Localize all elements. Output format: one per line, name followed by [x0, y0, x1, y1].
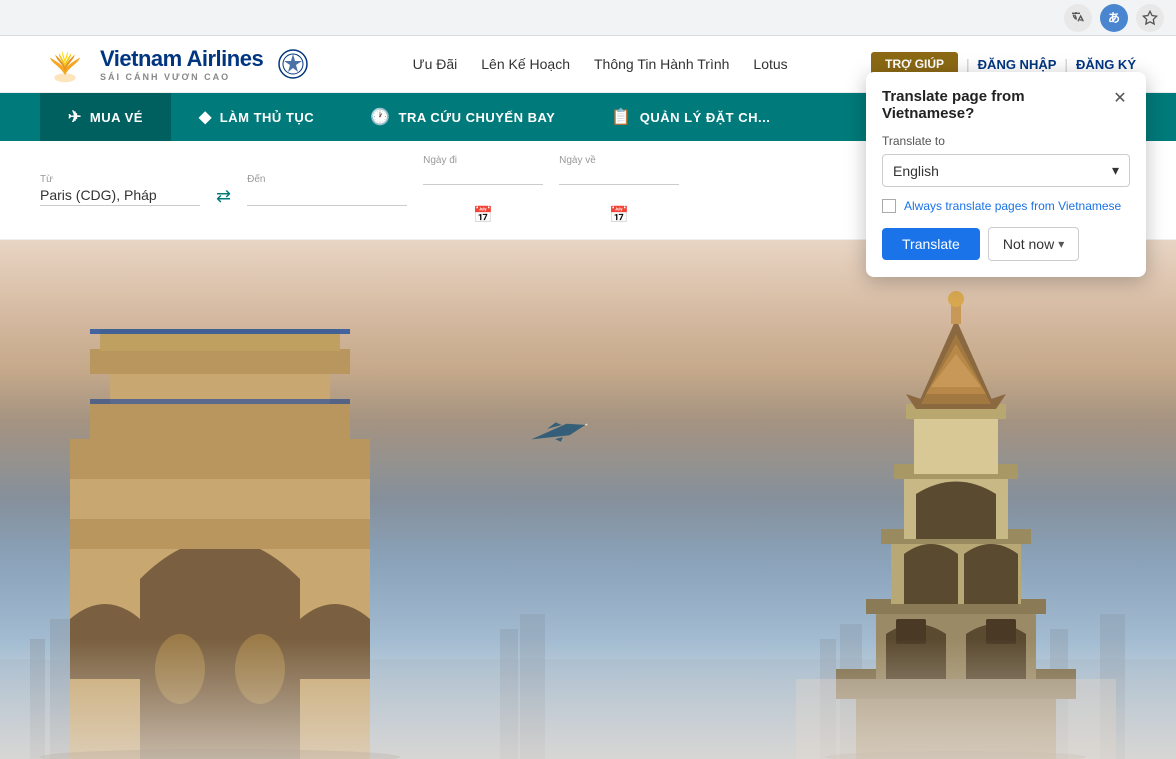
chevron-down-icon: ▾ — [1112, 162, 1119, 179]
always-translate-checkbox[interactable] — [882, 199, 896, 213]
from-input[interactable] — [40, 187, 200, 206]
translate-browser-icon[interactable] — [1064, 4, 1092, 32]
checkin-icon: ◆ — [199, 107, 212, 127]
dang-ky-button[interactable]: ĐĂNG KÝ — [1076, 57, 1136, 72]
depart-label: Ngày đi — [423, 155, 543, 166]
calendar-icon[interactable]: 📅 — [473, 205, 493, 225]
nav-link-uu-dai[interactable]: Ưu Đãi — [413, 56, 458, 72]
star-browser-icon[interactable] — [1136, 4, 1164, 32]
tab-mua-ve-label: MUA VÉ — [90, 110, 143, 125]
language-select[interactable]: English ▾ — [882, 154, 1130, 187]
calendar-return-icon[interactable]: 📅 — [609, 205, 629, 225]
from-label: Từ — [40, 174, 200, 185]
from-field: Từ — [40, 174, 200, 206]
tab-lam-thu-tuc[interactable]: ◆ LÀM THỦ TỤC — [171, 93, 342, 141]
tab-mua-ve[interactable]: ✈ MUA VÉ — [40, 93, 171, 141]
browser-chrome: あ — [0, 0, 1176, 36]
hero-background — [0, 240, 1176, 759]
always-translate-text: Always translate pages from Vietnamese — [904, 199, 1121, 213]
to-label: Đến — [247, 174, 407, 185]
plane-icon: ✈ — [68, 107, 82, 127]
close-button[interactable]: ✕ — [1110, 88, 1130, 108]
translate-button[interactable]: Translate — [882, 228, 980, 260]
nav-link-thong-tin[interactable]: Thông Tin Hành Trình — [594, 56, 729, 72]
tab-lam-thu-tuc-label: LÀM THỦ TỤC — [220, 110, 314, 125]
always-translate-row: Always translate pages from Vietnamese — [882, 199, 1130, 213]
not-now-arrow-icon: ▾ — [1058, 237, 1064, 251]
dang-nhap-button[interactable]: ĐĂNG NHẬP — [978, 57, 1057, 72]
always-translate-prefix: Always translate pages from — [904, 199, 1055, 213]
lotus-logo-icon — [40, 44, 90, 84]
translate-to-label: Translate to — [882, 134, 1130, 148]
return-date-field: Ngày về 📅 — [559, 155, 679, 225]
logo-main-text: Vietnam Airlines — [100, 46, 263, 72]
to-field: Đến — [247, 174, 407, 206]
website: Vietnam Airlines SÁI CÁNH VƯƠN CAO Ưu Đã… — [0, 36, 1176, 651]
translate-popup-title: Translate page from Vietnamese? — [882, 88, 1110, 122]
not-now-button[interactable]: Not now ▾ — [988, 227, 1079, 261]
nav-link-lotus[interactable]: Lotus — [753, 56, 787, 72]
depart-date-field: Ngày đi 📅 — [423, 155, 543, 225]
depart-input[interactable] — [423, 166, 543, 185]
translate-popup: Translate page from Vietnamese? ✕ Transl… — [866, 72, 1146, 277]
logo-area: Vietnam Airlines SÁI CÁNH VƯƠN CAO — [40, 44, 309, 84]
return-label: Ngày về — [559, 155, 679, 166]
tab-quan-ly-label: QUẢN LÝ ĐẶT CH... — [640, 110, 771, 125]
nav-link-len-ke-hoach[interactable]: Lên Kế Hoạch — [481, 56, 570, 72]
translate-buttons: Translate Not now ▾ — [882, 227, 1130, 261]
selected-language: English — [893, 163, 939, 179]
profile-browser-icon[interactable]: あ — [1100, 4, 1128, 32]
clock-icon: 🕐 — [370, 107, 390, 127]
tab-quan-ly[interactable]: 📋 QUẢN LÝ ĐẶT CH... — [583, 93, 798, 141]
clipboard-icon: 📋 — [611, 107, 631, 127]
always-translate-language: Vietnamese — [1058, 199, 1121, 213]
not-now-label: Not now — [1003, 236, 1054, 252]
tab-tra-cuu-label: TRA CỨU CHUYẾN BAY — [399, 110, 556, 125]
logo-sub-text: SÁI CÁNH VƯƠN CAO — [100, 72, 263, 82]
tab-tra-cuu[interactable]: 🕐 TRA CỨU CHUYẾN BAY — [342, 93, 583, 141]
emblem-icon — [277, 48, 309, 80]
header-nav: Ưu Đãi Lên Kế Hoạch Thông Tin Hành Trình… — [329, 56, 871, 72]
logo-text-area: Vietnam Airlines SÁI CÁNH VƯƠN CAO — [100, 46, 263, 82]
to-input[interactable] — [247, 187, 407, 206]
translate-popup-header: Translate page from Vietnamese? ✕ — [882, 88, 1130, 122]
swap-icon[interactable]: ⇄ — [216, 186, 231, 207]
hero-area — [0, 240, 1176, 759]
return-input[interactable] — [559, 166, 679, 185]
